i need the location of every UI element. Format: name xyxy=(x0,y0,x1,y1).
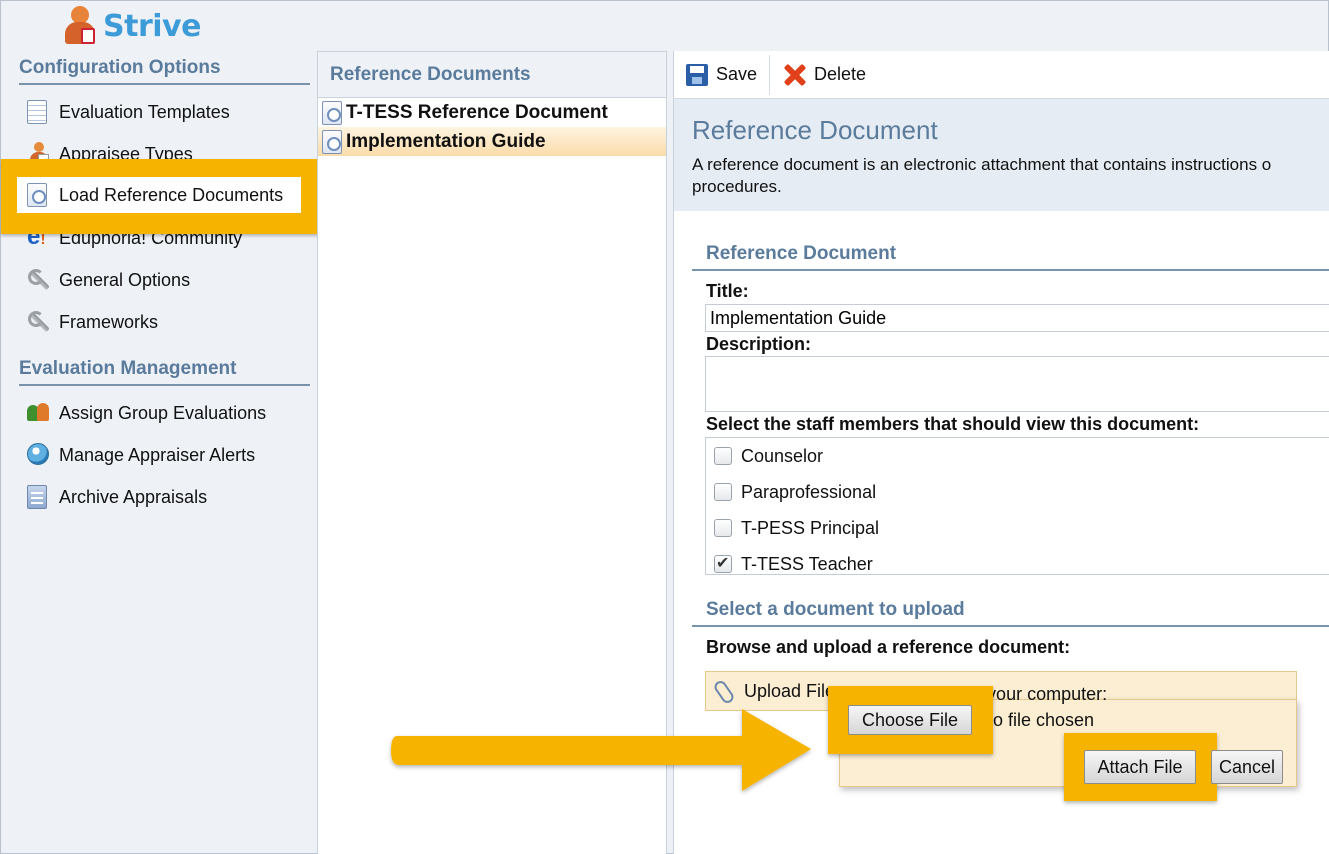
detail-header: Reference Document A reference document … xyxy=(674,99,1329,211)
checkbox-label: Paraprofessional xyxy=(741,481,877,502)
save-button[interactable]: Save xyxy=(686,55,769,95)
section-reference-document: Reference Document xyxy=(692,243,1329,271)
wrench-icon xyxy=(27,268,49,292)
document-icon xyxy=(27,183,49,207)
document-icon xyxy=(322,129,342,154)
sidebar-item-label: Manage Appraiser Alerts xyxy=(59,444,256,465)
list-item-label: T-TESS Reference Document xyxy=(346,101,608,123)
list-item-label: Implementation Guide xyxy=(346,130,546,152)
description-textarea[interactable] xyxy=(705,356,1329,412)
checkbox-label: T-PESS Principal xyxy=(741,517,880,538)
staff-option-paraprofessional[interactable]: Paraprofessional xyxy=(706,474,1329,510)
cancel-button[interactable]: Cancel xyxy=(1211,750,1283,784)
attach-file-button[interactable]: Attach File xyxy=(1084,750,1196,784)
page-description-line2: procedures. xyxy=(692,177,782,196)
toolbar: Save Delete xyxy=(674,51,1329,99)
upload-file-label: Upload File xyxy=(744,680,836,701)
highlight-callout: Load Reference Documents xyxy=(1,159,321,234)
choose-file-button[interactable]: Choose File xyxy=(848,705,972,735)
list-header: Reference Documents xyxy=(318,52,666,98)
section-evaluation-management: Evaluation Management xyxy=(19,358,310,386)
attach-file-callout: Attach File xyxy=(1064,733,1217,801)
sidebar-item-manage-appraiser-alerts[interactable]: Manage Appraiser Alerts xyxy=(27,440,255,470)
group-icon xyxy=(27,401,49,425)
staff-option-ttess-teacher[interactable]: T-TESS Teacher xyxy=(706,546,1329,574)
section-configuration-options: Configuration Options xyxy=(19,57,310,85)
list-item-selected[interactable]: Implementation Guide xyxy=(318,127,666,156)
wrench-icon xyxy=(27,310,49,334)
callout-arrow-icon xyxy=(391,709,811,791)
toolbar-divider xyxy=(769,54,771,95)
description-label: Description: xyxy=(706,334,812,354)
staff-checkbox-list: Counselor Paraprofessional T-PESS Princi… xyxy=(705,437,1329,575)
document-icon xyxy=(322,100,342,125)
save-button-label: Save xyxy=(716,64,758,84)
no-file-chosen-text: No file chosen xyxy=(980,710,1095,730)
app-window: Strive Configuration Options Evaluation … xyxy=(0,0,1329,854)
staff-label: Select the staff members that should vie… xyxy=(706,414,1200,434)
app-name: Strive xyxy=(103,8,201,44)
delete-icon xyxy=(782,63,806,87)
list-item[interactable]: T-TESS Reference Document xyxy=(318,98,666,127)
delete-button-label: Delete xyxy=(814,64,867,84)
checkbox-label: T-TESS Teacher xyxy=(741,553,873,574)
title-label: Title: xyxy=(706,281,749,301)
app-logo: Strive xyxy=(63,5,201,47)
page-description-line1: A reference document is an electronic at… xyxy=(692,155,1272,174)
sidebar-item-label: Load Reference Documents xyxy=(59,184,284,205)
page-title: Reference Document xyxy=(692,115,938,145)
sidebar-item-archive-appraisals[interactable]: Archive Appraisals xyxy=(27,482,207,512)
checkbox[interactable] xyxy=(714,519,732,537)
sidebar-item-load-reference-documents[interactable]: Load Reference Documents xyxy=(17,177,301,213)
sidebar-item-frameworks[interactable]: Frameworks xyxy=(27,307,158,337)
sidebar-item-label: Assign Group Evaluations xyxy=(59,402,267,423)
alert-icon xyxy=(27,443,49,467)
checkbox[interactable] xyxy=(714,447,732,465)
sidebar-item-general-options[interactable]: General Options xyxy=(27,265,190,295)
section-upload: Select a document to upload xyxy=(692,599,1329,627)
archive-icon xyxy=(27,485,49,509)
sidebar-item-assign-group-evaluations[interactable]: Assign Group Evaluations xyxy=(27,398,266,428)
checkbox-checked[interactable] xyxy=(714,553,732,573)
checkbox[interactable] xyxy=(714,483,732,501)
save-icon xyxy=(686,63,708,86)
sidebar-item-label: Frameworks xyxy=(59,311,159,332)
staff-option-tpess-principal[interactable]: T-PESS Principal xyxy=(706,510,1329,546)
sidebar-item-evaluation-templates[interactable]: Evaluation Templates xyxy=(27,97,230,127)
strive-logo-icon xyxy=(63,6,99,46)
paperclip-icon xyxy=(714,680,734,702)
template-icon xyxy=(27,100,49,124)
sidebar-item-label: Archive Appraisals xyxy=(59,486,208,507)
sidebar-item-label: Evaluation Templates xyxy=(59,101,230,122)
delete-button[interactable]: Delete xyxy=(782,55,878,95)
staff-option-counselor[interactable]: Counselor xyxy=(706,438,1329,474)
title-input[interactable] xyxy=(705,304,1329,332)
choose-file-callout: Choose File xyxy=(828,686,993,754)
browse-label: Browse and upload a reference document: xyxy=(706,637,1071,657)
sidebar-item-label: General Options xyxy=(59,269,191,290)
checkbox-label: Counselor xyxy=(741,445,824,466)
